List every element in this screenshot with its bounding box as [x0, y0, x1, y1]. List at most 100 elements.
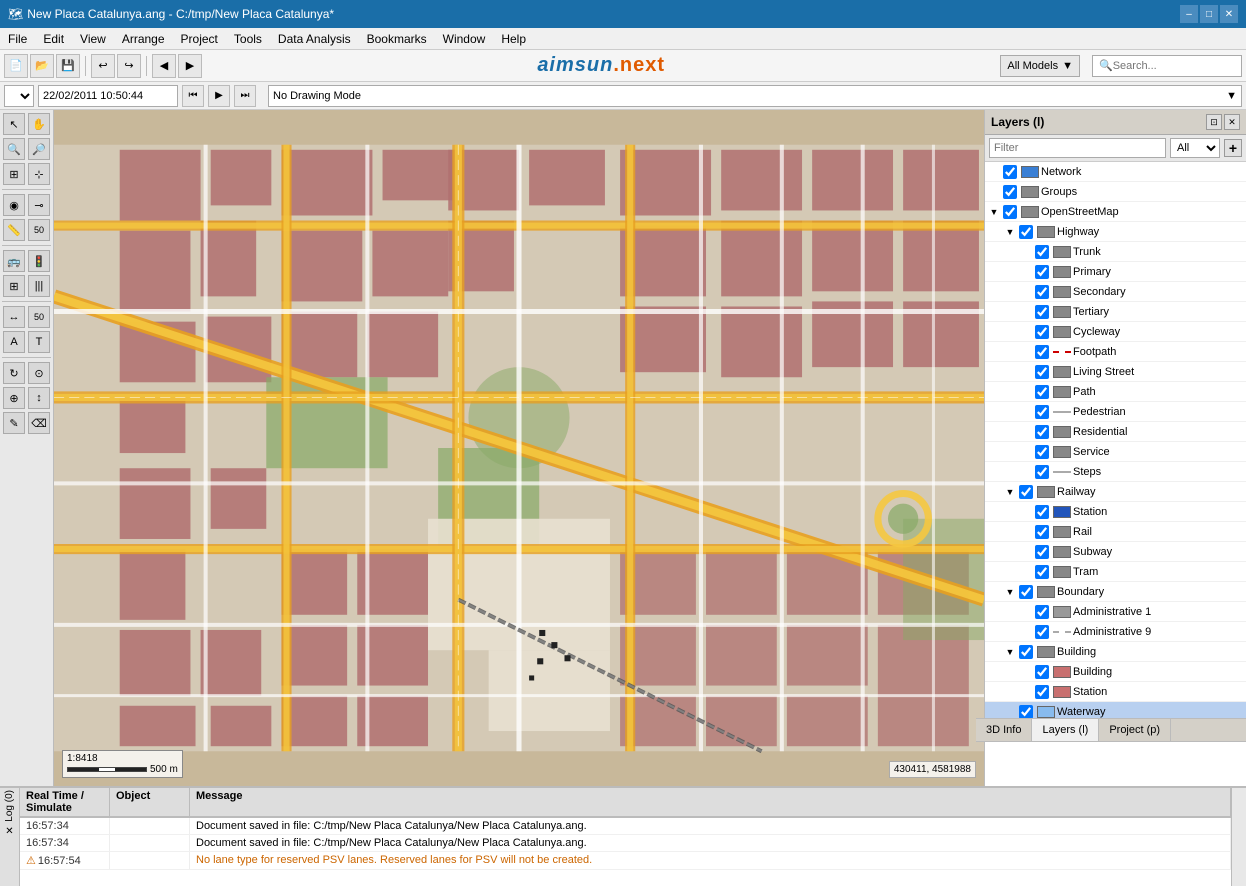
layer-item-footpath[interactable]: Footpath [985, 342, 1246, 362]
layer-item-trunk[interactable]: Trunk [985, 242, 1246, 262]
next-btn[interactable]: ▶ [178, 54, 202, 78]
layer-item-residential[interactable]: Residential [985, 422, 1246, 442]
layer-item-boundary[interactable]: ▼Boundary [985, 582, 1246, 602]
layer-item-path[interactable]: Path [985, 382, 1246, 402]
menu-window[interactable]: Window [435, 28, 494, 49]
panel-close-button[interactable]: ✕ [1224, 114, 1240, 130]
undo-button[interactable]: ↩ [91, 54, 115, 78]
sim-step-back[interactable]: ⏮ [182, 85, 204, 107]
layer-checkbox-highway[interactable] [1019, 225, 1033, 239]
menu-help[interactable]: Help [493, 28, 534, 49]
dest-tool[interactable]: 50 [28, 306, 50, 328]
layer-checkbox-groups[interactable] [1003, 185, 1017, 199]
maximize-button[interactable]: □ [1200, 5, 1218, 23]
layer-item-service[interactable]: Service [985, 442, 1246, 462]
layer-checkbox-primary[interactable] [1035, 265, 1049, 279]
pan-tool[interactable]: ✋ [28, 113, 50, 135]
layer-checkbox-railway[interactable] [1019, 485, 1033, 499]
layer-item-livingstreet[interactable]: Living Street [985, 362, 1246, 382]
menu-edit[interactable]: Edit [35, 28, 72, 49]
layer-checkbox-station-rail[interactable] [1035, 505, 1049, 519]
layer-checkbox-rail[interactable] [1035, 525, 1049, 539]
text-tool[interactable]: 50 [28, 219, 50, 241]
layer-checkbox-boundary[interactable] [1019, 585, 1033, 599]
save-button[interactable]: 💾 [56, 54, 80, 78]
minimize-button[interactable]: – [1180, 5, 1198, 23]
route-tool[interactable]: A [3, 331, 25, 353]
layer-item-secondary[interactable]: Secondary [985, 282, 1246, 302]
simulation-time[interactable] [38, 85, 178, 107]
new-button[interactable]: 📄 [4, 54, 28, 78]
collapse-tool[interactable]: ↕ [28, 387, 50, 409]
panel-restore-button[interactable]: ⊡ [1206, 114, 1222, 130]
layer-item-pedestrian[interactable]: Pedestrian [985, 402, 1246, 422]
layer-item-rail[interactable]: Rail [985, 522, 1246, 542]
menu-project[interactable]: Project [173, 28, 226, 49]
layer-checkbox-station-bldg[interactable] [1035, 685, 1049, 699]
layer-checkbox-residential[interactable] [1035, 425, 1049, 439]
tab-3d-info[interactable]: 3D Info [976, 719, 1032, 741]
sim-step-fwd[interactable]: ⏭ [234, 85, 256, 107]
layer-filter-input[interactable] [989, 138, 1166, 158]
edit-tool[interactable]: ✎ [3, 412, 25, 434]
layer-checkbox-admin1[interactable] [1035, 605, 1049, 619]
layer-checkbox-secondary[interactable] [1035, 285, 1049, 299]
log-close-btn[interactable]: ✕ [5, 826, 13, 837]
misc-tool[interactable]: ⊙ [28, 362, 50, 384]
layer-item-building-group[interactable]: ▼Building [985, 642, 1246, 662]
search-box[interactable]: 🔍 [1092, 55, 1242, 77]
select-tool[interactable]: ↖ [3, 113, 25, 135]
layer-item-cycleway[interactable]: Cycleway [985, 322, 1246, 342]
link-tool[interactable]: ⊸ [28, 194, 50, 216]
open-button[interactable]: 📂 [30, 54, 54, 78]
layer-item-primary[interactable]: Primary [985, 262, 1246, 282]
signal-tool[interactable]: 🚦 [28, 250, 50, 272]
layer-checkbox-network[interactable] [1003, 165, 1017, 179]
barrier-tool[interactable]: ||| [28, 275, 50, 297]
layer-expand-openstreetmap[interactable]: ▼ [987, 205, 1001, 219]
layer-item-station-bldg[interactable]: Station [985, 682, 1246, 702]
detector-tool[interactable]: ⊞ [3, 275, 25, 297]
layer-checkbox-tram[interactable] [1035, 565, 1049, 579]
measure-tool[interactable]: 📏 [3, 219, 25, 241]
layer-item-network[interactable]: Network [985, 162, 1246, 182]
layer-item-admin9[interactable]: Administrative 9 [985, 622, 1246, 642]
layer-checkbox-cycleway[interactable] [1035, 325, 1049, 339]
layer-item-building[interactable]: Building [985, 662, 1246, 682]
layer-item-station-rail[interactable]: Station [985, 502, 1246, 522]
pointer-tool[interactable]: ⊹ [28, 163, 50, 185]
layers-tree[interactable]: NetworkGroups▼OpenStreetMap▼HighwayTrunk… [985, 162, 1246, 786]
layer-checkbox-building[interactable] [1035, 665, 1049, 679]
layer-expand-railway[interactable]: ▼ [1003, 485, 1017, 499]
layer-item-railway[interactable]: ▼Railway [985, 482, 1246, 502]
zoom-out-tool[interactable]: 🔎 [28, 138, 50, 160]
layer-checkbox-building-group[interactable] [1019, 645, 1033, 659]
layer-item-tertiary[interactable]: Tertiary [985, 302, 1246, 322]
layer-checkbox-waterway[interactable] [1019, 705, 1033, 719]
drawing-mode-dropdown[interactable]: No Drawing Mode ▼ [268, 85, 1242, 107]
close-button[interactable]: ✕ [1220, 5, 1238, 23]
sim-play[interactable]: ▶ [208, 85, 230, 107]
layer-checkbox-tertiary[interactable] [1035, 305, 1049, 319]
delete-tool[interactable]: ⌫ [28, 412, 50, 434]
origin-tool[interactable]: ↔ [3, 306, 25, 328]
tab-project[interactable]: Project (p) [1099, 719, 1171, 741]
model-dropdown[interactable]: All Models ▼ [1000, 55, 1080, 77]
layer-checkbox-admin9[interactable] [1035, 625, 1049, 639]
menu-data-analysis[interactable]: Data Analysis [270, 28, 359, 49]
layer-checkbox-openstreetmap[interactable] [1003, 205, 1017, 219]
menu-tools[interactable]: Tools [226, 28, 270, 49]
layer-item-highway[interactable]: ▼Highway [985, 222, 1246, 242]
add-layer-button[interactable]: + [1224, 139, 1242, 157]
layer-expand-highway[interactable]: ▼ [1003, 225, 1017, 239]
menu-arrange[interactable]: Arrange [114, 28, 173, 49]
layer-checkbox-path[interactable] [1035, 385, 1049, 399]
gps-tool[interactable]: T [28, 331, 50, 353]
layer-item-groups[interactable]: Groups [985, 182, 1246, 202]
layer-checkbox-livingstreet[interactable] [1035, 365, 1049, 379]
simulation-select[interactable]: A [4, 85, 34, 107]
layer-item-tram[interactable]: Tram [985, 562, 1246, 582]
layer-checkbox-steps[interactable] [1035, 465, 1049, 479]
layer-item-admin1[interactable]: Administrative 1 [985, 602, 1246, 622]
menu-view[interactable]: View [72, 28, 114, 49]
